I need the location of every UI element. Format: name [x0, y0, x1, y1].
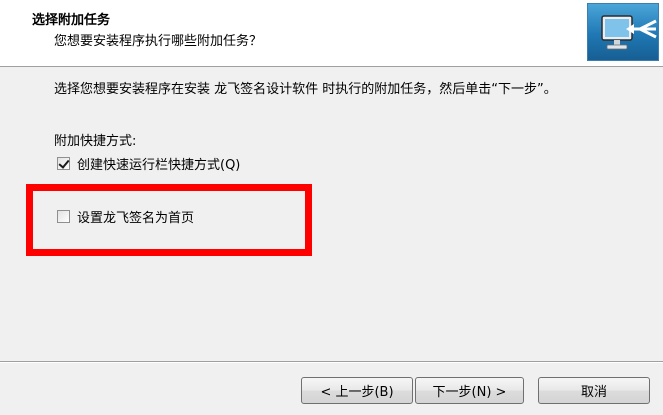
quick-launch-label[interactable]: 创建快速运行栏快捷方式(Q): [77, 154, 240, 173]
quick-launch-checkbox[interactable]: [57, 157, 70, 170]
shortcut-group-label: 附加快捷方式:: [54, 134, 137, 149]
page-subtitle: 您想要安装程序执行哪些附加任务？: [54, 34, 263, 49]
checkmark-icon: [58, 157, 70, 169]
wizard-header: 选择附加任务 您想要安装程序执行哪些附加任务？: [0, 0, 663, 67]
computer-install-icon: [587, 3, 659, 61]
quick-launch-option[interactable]: 创建快速运行栏快捷方式(Q): [57, 154, 240, 173]
back-button[interactable]: < 上一步(B): [301, 377, 413, 404]
page-title: 选择附加任务: [32, 13, 111, 28]
highlight-box: [26, 184, 312, 256]
instruction-text: 选择您想要安装程序在安装 龙飞签名设计软件 时执行的附加任务，然后单击“下一步”…: [54, 82, 557, 97]
footer-divider: [0, 361, 663, 363]
cancel-button[interactable]: 取消: [538, 377, 650, 404]
next-button[interactable]: 下一步(N) >: [415, 377, 524, 404]
